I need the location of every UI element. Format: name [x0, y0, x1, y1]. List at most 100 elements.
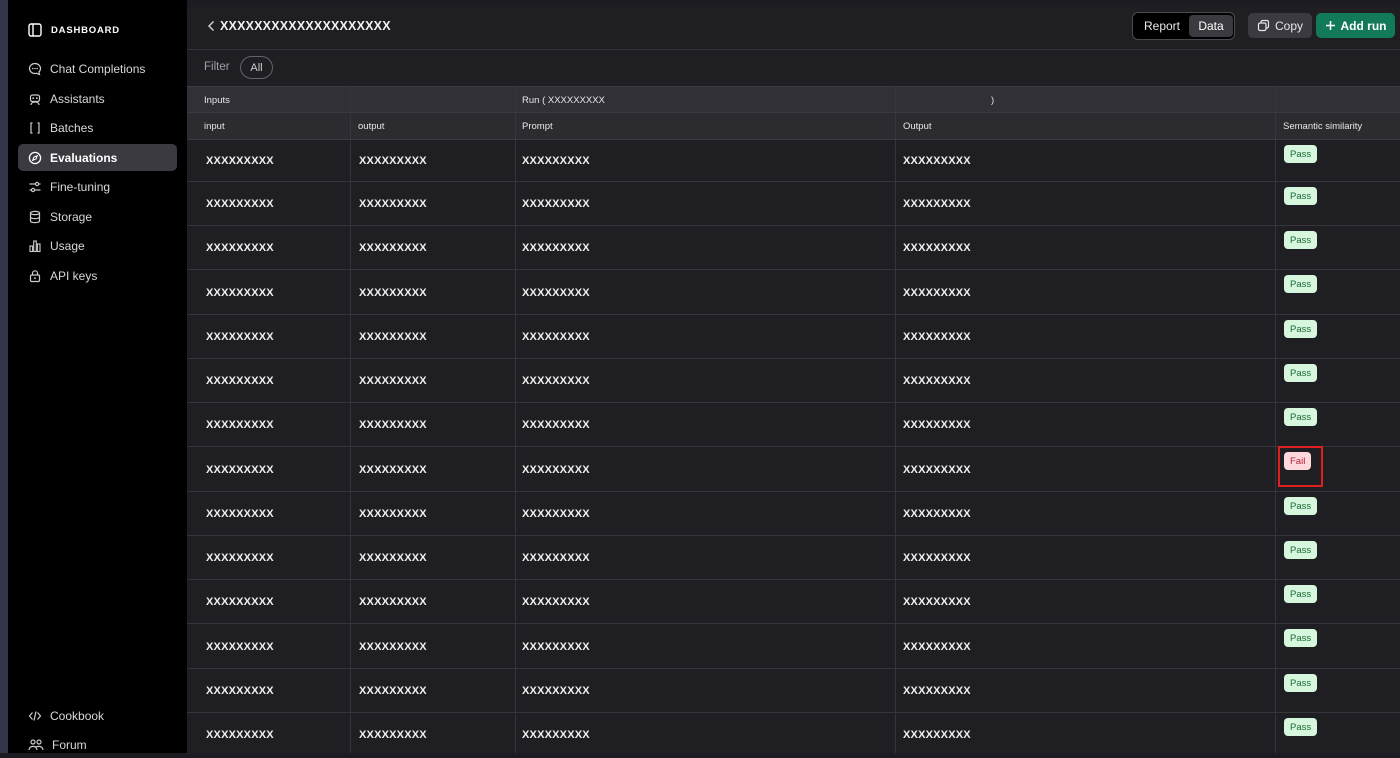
table-cell: XXXXXXXXX [903, 463, 971, 476]
table-row[interactable]: XXXXXXXXX XXXXXXXXX XXXXXXXXX XXXXXXXXX Pass [187, 226, 1400, 270]
table-cell: XXXXXXXXX [522, 729, 590, 741]
copy-button[interactable]: Copy [1248, 13, 1312, 38]
sidebar-item-label: Assistants [50, 91, 105, 106]
table-cell: XXXXXXXXX [359, 286, 427, 299]
chevron-left-icon[interactable] [205, 19, 219, 33]
sidebar-brand[interactable]: DASHBOARD [28, 21, 120, 39]
table-cell: XXXXXXXXX [206, 198, 274, 210]
pass-badge: Pass [1284, 231, 1318, 249]
add-run-button[interactable]: Add run [1316, 13, 1395, 38]
table-row[interactable]: XXXXXXXXX XXXXXXXXX XXXXXXXXX XXXXXXXXX Pass [187, 182, 1400, 226]
sidebar-item-label: Usage [50, 238, 85, 253]
sidebar-item-fine-tuning[interactable]: Fine-tuning [18, 173, 177, 200]
pass-badge: Pass [1284, 674, 1318, 692]
chat-bubble-icon [28, 62, 42, 75]
view-option-report[interactable]: Report [1136, 15, 1188, 37]
sidebar-item-evaluations[interactable]: Evaluations [18, 144, 177, 171]
table-cell: XXXXXXXXX [359, 155, 427, 167]
table-cell: XXXXXXXXX [206, 685, 274, 697]
dashboard-icon [28, 23, 42, 37]
table-cell: XXXXXXXXX [206, 596, 274, 608]
filter-all-pill[interactable]: All [240, 56, 273, 79]
col-model-output[interactable]: Output [903, 121, 932, 132]
table-row[interactable]: XXXXXXXXX XXXXXXXXX XXXXXXXXX XXXXXXXXX Pass [187, 140, 1400, 182]
table-cell: XXXXXXXXX [206, 375, 274, 387]
sidebar-item-assistants[interactable]: Assistants [18, 85, 177, 112]
table-row[interactable]: XXXXXXXXX XXXXXXXXX XXXXXXXXX XXXXXXXXX Pass [187, 315, 1400, 359]
lock-icon [29, 269, 41, 282]
table-cell: XXXXXXXXX [359, 419, 427, 431]
column-header-row: input output Prompt Output Semantic simi… [187, 113, 1400, 140]
table-cell: XXXXXXXXX [522, 685, 590, 697]
table-cell: XXXXXXXXX [359, 640, 427, 653]
sidebar-item-label: Batches [50, 120, 94, 135]
table-cell: XXXXXXXXX [522, 552, 590, 564]
table-row[interactable]: XXXXXXXXX XXXXXXXXX XXXXXXXXX XXXXXXXXX Pass [187, 403, 1400, 447]
window-edge [0, 0, 8, 753]
view-toggle: Report Data [1132, 12, 1235, 40]
sidebar-item-label: Forum [52, 737, 87, 752]
table-row[interactable]: XXXXXXXXX XXXXXXXXX XXXXXXXXX XXXXXXXXX Pass [187, 580, 1400, 624]
table-row[interactable]: XXXXXXXXX XXXXXXXXX XXXXXXXXX XXXXXXXXX Pass [187, 270, 1400, 315]
table-row[interactable]: XXXXXXXXX XXXXXXXXX XXXXXXXXX XXXXXXXXX Pass [187, 536, 1400, 580]
code-icon [28, 710, 42, 721]
table-cell: XXXXXXXXX [522, 640, 590, 653]
column-divider [350, 86, 351, 753]
table-row[interactable]: XXXXXXXXX XXXXXXXXX XXXXXXXXX XXXXXXXXX Pass [187, 359, 1400, 403]
sidebar-item-batches[interactable]: Batches [18, 114, 177, 141]
add-run-label: Add run [1340, 18, 1387, 33]
table-cell: XXXXXXXXX [522, 331, 590, 343]
sidebar-item-label: Chat Completions [50, 61, 146, 76]
sidebar-item-api-keys[interactable]: API keys [18, 262, 177, 289]
table-cell: XXXXXXXXX [903, 375, 971, 387]
table-cell: XXXXXXXXX [522, 155, 590, 167]
sidebar-item-forum[interactable]: Forum [18, 731, 177, 758]
col-output[interactable]: output [358, 121, 384, 132]
people-icon [28, 738, 44, 750]
view-option-data[interactable]: Data [1189, 15, 1233, 37]
table-row[interactable]: XXXXXXXXX XXXXXXXXX XXXXXXXXX XXXXXXXXX Pass [187, 624, 1400, 669]
table-cell: XXXXXXXXX [359, 729, 427, 741]
table-cell: XXXXXXXXX [359, 552, 427, 564]
col-prompt[interactable]: Prompt [522, 121, 553, 132]
sidebar-item-label: API keys [50, 268, 98, 283]
brackets-icon [30, 121, 40, 134]
table-cell: XXXXXXXXX [903, 286, 971, 299]
column-divider [515, 86, 516, 753]
bar-chart-icon [29, 239, 41, 252]
highlight-box [1278, 446, 1323, 487]
table-cell: XXXXXXXXX [903, 242, 971, 254]
pass-badge: Pass [1284, 408, 1318, 426]
table-cell: XXXXXXXXX [903, 419, 971, 431]
pass-badge: Pass [1284, 629, 1318, 647]
table-cell: XXXXXXXXX [206, 242, 274, 254]
pass-badge: Pass [1284, 541, 1318, 559]
sidebar-item-chat-completions[interactable]: Chat Completions [18, 55, 177, 82]
table-cell: XXXXXXXXX [903, 552, 971, 564]
sidebar-item-label: Evaluations [50, 150, 118, 165]
sidebar-item-cookbook[interactable]: Cookbook [18, 702, 177, 729]
pass-badge: Pass [1284, 275, 1318, 293]
sidebar-item-storage[interactable]: Storage [18, 203, 177, 230]
table-row[interactable]: XXXXXXXXX XXXXXXXXX XXXXXXXXX XXXXXXXXX Pass [187, 713, 1400, 753]
col-semantic-similarity[interactable]: Semantic similarity [1283, 121, 1362, 132]
table-cell: XXXXXXXXX [206, 419, 274, 431]
robot-icon [29, 93, 41, 105]
table-row[interactable]: XXXXXXXXX XXXXXXXXX XXXXXXXXX XXXXXXXXX Pass [187, 492, 1400, 536]
database-icon [29, 210, 41, 223]
col-input[interactable]: input [204, 121, 225, 132]
column-divider [895, 86, 896, 753]
group-inputs: Inputs [204, 95, 230, 106]
table-cell: XXXXXXXXX [522, 463, 590, 476]
table-row[interactable]: XXXXXXXXX XXXXXXXXX XXXXXXXXX XXXXXXXXX Pass [187, 669, 1400, 713]
brand-label: DASHBOARD [51, 24, 120, 36]
filter-label: Filter [204, 61, 230, 73]
table-row[interactable]: XXXXXXXXX XXXXXXXXX XXXXXXXXX XXXXXXXXX Fail [187, 447, 1400, 492]
table-cell: XXXXXXXXX [522, 375, 590, 387]
table-cell: XXXXXXXXX [522, 198, 590, 210]
table-cell: XXXXXXXXX [206, 729, 274, 741]
table-cell: XXXXXXXXX [522, 242, 590, 254]
sidebar-item-usage[interactable]: Usage [18, 232, 177, 259]
table-cell: XXXXXXXXX [903, 331, 971, 343]
pass-badge: Pass [1284, 497, 1318, 515]
